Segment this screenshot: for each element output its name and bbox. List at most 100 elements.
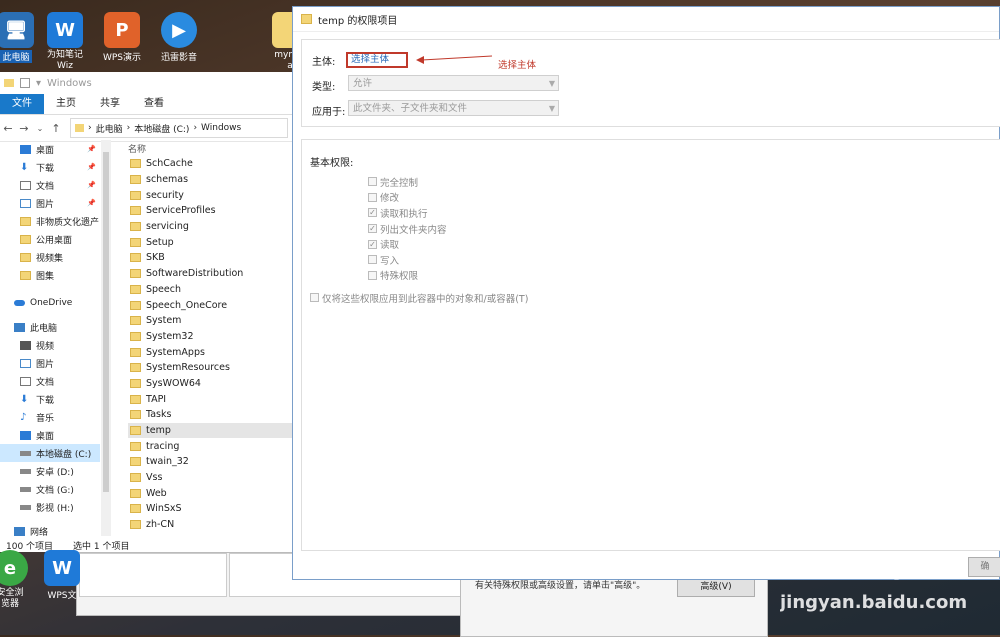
checkbox-icon[interactable] xyxy=(368,270,377,280)
applies-to-select-value: 此文件夹、子文件夹和文件 xyxy=(353,103,468,114)
sidebar-item-desktop[interactable]: 桌面 📌 xyxy=(0,140,100,158)
breadcrumb[interactable]: › 此电脑 › 本地磁盘 (C:) › Windows xyxy=(70,118,288,138)
sidebar-item-desktop[interactable]: 桌面 xyxy=(0,426,100,444)
sidebar-item-d-drive[interactable]: 安卓 (D:) xyxy=(0,462,100,480)
file-row[interactable]: servicing xyxy=(128,219,292,235)
file-row[interactable]: Tasks xyxy=(128,407,292,423)
breadcrumb-c-drive[interactable]: 本地磁盘 (C:) xyxy=(130,122,193,135)
forward-arrow-icon[interactable]: → xyxy=(16,122,32,135)
back-arrow-icon[interactable]: ← xyxy=(0,122,16,135)
sidebar-item-pictures[interactable]: 图片 📌 xyxy=(0,194,100,212)
file-row[interactable]: SchCache xyxy=(128,156,292,172)
drive-icon xyxy=(20,450,31,456)
file-row[interactable]: Vss xyxy=(128,470,292,486)
checkbox-checked-icon[interactable]: ✓ xyxy=(368,239,377,249)
sidebar-item-network[interactable]: 网络 xyxy=(0,522,100,536)
permission-row[interactable]: 特殊权限 xyxy=(368,268,418,284)
type-select[interactable]: 允许 ▼ xyxy=(348,75,559,91)
sidebar-item-g-drive[interactable]: 文档 (G:) xyxy=(0,480,100,498)
permission-row[interactable]: 写入 xyxy=(368,252,399,268)
sidebar-item-downloads[interactable]: ⬇ 下载 📌 xyxy=(0,158,100,176)
checkbox-icon[interactable] xyxy=(368,255,377,265)
file-row[interactable]: twain_32 xyxy=(128,454,292,470)
sidebar-item-folder[interactable]: 非物质文化遗产 xyxy=(0,212,100,230)
file-row[interactable]: Web xyxy=(128,485,292,501)
file-row[interactable]: zh-CN xyxy=(128,517,292,533)
file-row[interactable]: Speech xyxy=(128,282,292,298)
file-row[interactable]: ServiceProfiles xyxy=(128,203,292,219)
file-name: zh-CN xyxy=(146,519,175,531)
permission-row[interactable]: ✓ 列出文件夹内容 xyxy=(368,221,447,237)
sidebar-item-this-pc[interactable]: 此电脑 xyxy=(0,318,100,336)
file-row[interactable]: temp xyxy=(128,422,292,439)
sidebar-item-folder[interactable]: 公用桌面 xyxy=(0,230,100,248)
tab-home[interactable]: 主页 xyxy=(44,94,88,114)
file-row[interactable]: Setup xyxy=(128,234,292,250)
desktop-icon-xunlei[interactable]: ▶ 迅雷影音 xyxy=(147,12,211,63)
sidebar-item-folder[interactable]: 视频集 xyxy=(0,248,100,266)
checkbox-checked-icon[interactable]: ✓ xyxy=(368,208,377,218)
dropdown-icon[interactable]: ▾ xyxy=(36,78,41,89)
folder-icon xyxy=(130,488,141,498)
advanced-button[interactable]: 高级(V) xyxy=(677,577,755,597)
file-row[interactable]: SystemResources xyxy=(128,360,292,376)
desktop-icon-label: WPS演示 xyxy=(102,53,142,63)
file-row[interactable]: SystemApps xyxy=(128,344,292,360)
desktop-icon-wps-present[interactable]: P WPS演示 xyxy=(90,12,154,63)
folder-icon xyxy=(130,253,141,263)
checkbox-checked-icon[interactable]: ✓ xyxy=(368,224,377,234)
sidebar-item-label: 图集 xyxy=(36,271,55,282)
tab-view[interactable]: 查看 xyxy=(132,94,176,114)
permission-row[interactable]: ✓ 读取和执行 xyxy=(368,205,428,221)
checkbox-icon[interactable] xyxy=(368,177,377,187)
sidebar-item-documents[interactable]: 文档 xyxy=(0,372,100,390)
up-arrow-icon[interactable]: ↑ xyxy=(48,122,64,135)
desktop-icon-wps-writer[interactable]: W WPS文 xyxy=(30,550,94,601)
file-name: security xyxy=(146,189,184,201)
file-row[interactable]: TAPI xyxy=(128,391,292,407)
file-explorer-window: ▾ Windows 文件 主页 共享 查看 ← → ⌄ ↑ › 此电脑 › 本地… xyxy=(0,72,293,552)
select-principal-link[interactable]: 选择主体 xyxy=(346,52,408,68)
partial-button[interactable]: 确 xyxy=(968,557,1000,577)
applies-to-select[interactable]: 此文件夹、子文件夹和文件 ▼ xyxy=(348,100,559,116)
breadcrumb-windows[interactable]: Windows xyxy=(197,123,245,133)
desktop-icon-wiz[interactable]: W 为知笔记 Wiz xyxy=(33,12,97,72)
file-row[interactable]: security xyxy=(128,187,292,203)
sidebar-item-c-drive[interactable]: 本地磁盘 (C:) xyxy=(0,444,100,462)
dropdown-icon[interactable]: ⌄ xyxy=(32,124,48,133)
file-row[interactable]: System xyxy=(128,313,292,329)
sidebar-item-downloads[interactable]: ⬇ 下载 xyxy=(0,390,100,408)
file-row[interactable]: SoftwareDistribution xyxy=(128,266,292,282)
folder-icon xyxy=(130,363,141,373)
column-header-name[interactable]: 名称 xyxy=(128,142,292,156)
sidebar-item-music[interactable]: ♪ 音乐 xyxy=(0,408,100,426)
permission-row[interactable]: 完全控制 xyxy=(368,174,418,190)
file-name: SysWOW64 xyxy=(146,377,201,389)
apply-only-checkbox[interactable] xyxy=(310,293,319,303)
sidebar-item-pictures[interactable]: 图片 xyxy=(0,354,100,372)
apply-only-checkbox-row[interactable]: 仅将这些权限应用到此容器中的对象和/或容器(T) xyxy=(310,290,528,306)
checkbox-icon[interactable] xyxy=(368,192,377,202)
file-row[interactable]: tracing xyxy=(128,438,292,454)
permission-row[interactable]: ✓ 读取 xyxy=(368,236,399,252)
sidebar-item-folder[interactable]: 图集 xyxy=(0,266,100,284)
scrollbar-thumb[interactable] xyxy=(103,152,109,492)
browser-icon: e xyxy=(0,550,28,586)
breadcrumb-this-pc[interactable]: 此电脑 xyxy=(92,122,127,135)
tab-share[interactable]: 共享 xyxy=(88,94,132,114)
tab-file[interactable]: 文件 xyxy=(0,94,44,114)
sidebar-item-videos[interactable]: 视频 xyxy=(0,336,100,354)
file-row[interactable]: SKB xyxy=(128,250,292,266)
sidebar-item-documents[interactable]: 文档 📌 xyxy=(0,176,100,194)
sidebar-item-h-drive[interactable]: 影视 (H:) xyxy=(0,498,100,516)
sidebar-item-onedrive[interactable]: OneDrive xyxy=(0,294,100,312)
file-row[interactable]: Speech_OneCore xyxy=(128,297,292,313)
file-row[interactable]: WinSxS xyxy=(128,501,292,517)
checkbox-icon[interactable] xyxy=(20,78,30,88)
file-row[interactable]: schemas xyxy=(128,172,292,188)
nav-pane-scrollbar[interactable] xyxy=(101,140,111,536)
permission-row[interactable]: 修改 xyxy=(368,190,399,206)
file-row[interactable]: SysWOW64 xyxy=(128,376,292,392)
file-name: Speech xyxy=(146,283,181,295)
file-row[interactable]: System32 xyxy=(128,329,292,345)
